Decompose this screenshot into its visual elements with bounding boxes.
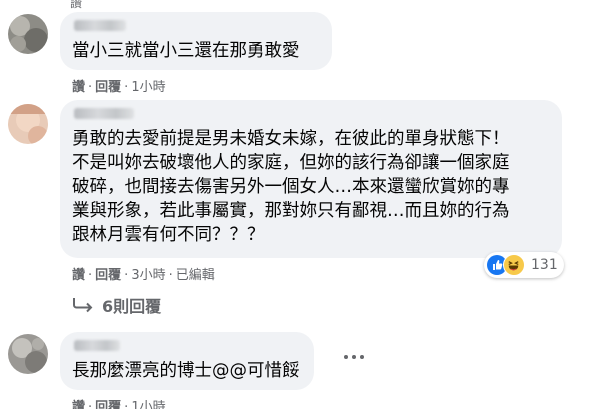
more-options-icon[interactable] <box>344 355 364 359</box>
avatar[interactable] <box>8 334 48 374</box>
comment-bubble: 長那麼漂亮的博士@@可惜餒 <box>60 332 314 390</box>
comment-text: 長那麼漂亮的博士@@可惜餒 <box>72 361 300 381</box>
comment-3: 長那麼漂亮的博士@@可惜餒 讚 · 回覆 · 1小時 <box>0 0 590 409</box>
like-action[interactable]: 讚 <box>72 396 85 409</box>
author-name[interactable] <box>74 340 120 351</box>
comment-actions: 讚 · 回覆 · 1小時 <box>72 396 166 409</box>
reply-action[interactable]: 回覆 <box>95 396 121 409</box>
timestamp[interactable]: 1小時 <box>131 396 165 409</box>
